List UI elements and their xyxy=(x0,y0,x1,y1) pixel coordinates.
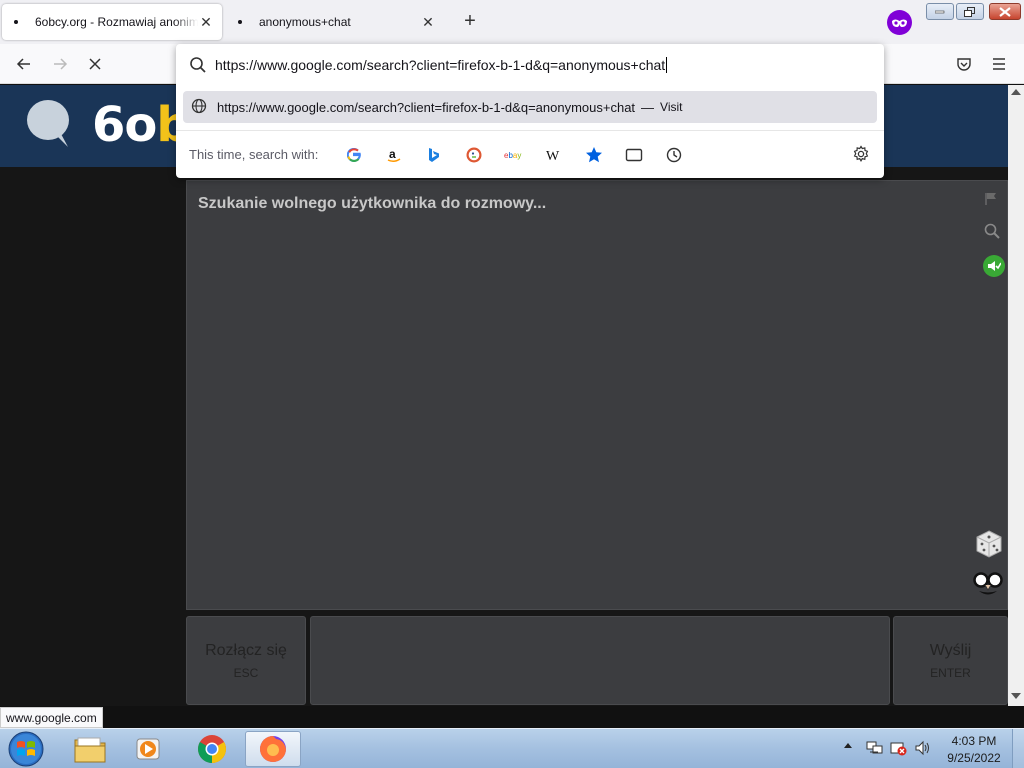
power-error-icon[interactable] xyxy=(890,740,908,759)
tab-anonymous-chat[interactable]: anonymous+chat ✕ xyxy=(226,4,444,40)
duckduckgo-icon[interactable] xyxy=(464,145,484,165)
globe-icon xyxy=(191,98,207,117)
windows-logo-icon xyxy=(8,731,44,767)
media-player-icon[interactable] xyxy=(120,731,176,767)
disconnect-button[interactable]: Rozłącz się ESC xyxy=(186,616,306,705)
chat-window: Szukanie wolnego użytkownika do rozmowy.… xyxy=(186,180,1008,610)
network-icon[interactable] xyxy=(866,740,884,759)
pocket-icon xyxy=(957,58,971,71)
message-input[interactable] xyxy=(310,616,890,705)
firefox-icon[interactable] xyxy=(245,731,301,767)
page-scrollbar[interactable] xyxy=(1008,85,1024,706)
tab-strip: 6obcy.org - Rozmawiaj anonimowo ✕ anonym… xyxy=(0,0,1024,44)
close-icon[interactable]: ✕ xyxy=(198,14,214,31)
send-button[interactable]: Wyślij ENTER xyxy=(893,616,1008,705)
windows-taskbar: 4:03 PM 9/25/2022 xyxy=(0,728,1024,768)
close-icon xyxy=(89,58,101,70)
google-icon[interactable] xyxy=(344,145,364,165)
start-button[interactable] xyxy=(6,730,46,768)
private-browsing-icon xyxy=(887,10,912,35)
url-input[interactable]: https://www.google.com/search?client=fir… xyxy=(215,55,875,75)
tab-title: anonymous+chat xyxy=(259,15,351,29)
url-suggestion[interactable]: https://www.google.com/search?client=fir… xyxy=(183,91,877,123)
history-clock-icon[interactable] xyxy=(664,145,684,165)
back-button[interactable] xyxy=(10,52,38,76)
scroll-down-arrow-icon[interactable] xyxy=(1011,693,1021,699)
chrome-icon[interactable] xyxy=(184,731,240,767)
svg-text:W: W xyxy=(546,149,560,162)
suggestion-separator: — xyxy=(641,99,655,115)
hamburger-icon xyxy=(993,58,1005,70)
forward-button[interactable] xyxy=(46,52,74,76)
flag-icon[interactable] xyxy=(984,192,998,209)
send-hint: ENTER xyxy=(930,665,971,680)
new-tab-button[interactable]: + xyxy=(458,10,482,34)
send-label: Wyślij xyxy=(929,641,972,659)
tab-6obcy[interactable]: 6obcy.org - Rozmawiaj anonimowo ✕ xyxy=(2,4,222,40)
clock-time[interactable]: 4:03 PM xyxy=(940,734,1008,748)
window-close-button[interactable] xyxy=(989,3,1021,20)
disconnect-hint: ESC xyxy=(233,665,259,680)
web-page: 6ob Szukanie wolnego użytkownika do rozm… xyxy=(0,85,1024,706)
urlbar[interactable]: https://www.google.com/search?client=fir… xyxy=(176,44,884,86)
gear-icon[interactable] xyxy=(852,145,872,165)
show-desktop-button[interactable] xyxy=(1012,729,1024,768)
volume-icon[interactable] xyxy=(914,740,932,759)
urlbar-dropdown: https://www.google.com/search?client=fir… xyxy=(176,44,884,178)
arrow-left-icon xyxy=(16,58,30,70)
tab-title: 6obcy.org - Rozmawiaj anonimowo xyxy=(35,15,198,29)
tab-loading-dot xyxy=(14,20,18,24)
tabs-icon[interactable] xyxy=(624,145,644,165)
stop-loading-button[interactable] xyxy=(81,52,109,76)
minimize-button[interactable] xyxy=(926,3,954,20)
chat-status-text: Szukanie wolnego użytkownika do rozmowy.… xyxy=(198,195,547,212)
clock-date[interactable]: 9/25/2022 xyxy=(940,751,1008,765)
tab-loading-dot xyxy=(238,20,242,24)
disconnect-label: Rozłącz się xyxy=(205,641,287,659)
sound-on-icon[interactable] xyxy=(983,255,1005,277)
link-status-tooltip: www.google.com xyxy=(0,707,103,728)
app-menu-button[interactable] xyxy=(985,52,1013,76)
file-explorer-icon[interactable] xyxy=(62,731,118,767)
svg-text:ebay: ebay xyxy=(504,151,521,160)
ebay-icon[interactable]: ebay xyxy=(504,145,524,165)
chat-bubble-icon xyxy=(26,99,72,152)
disguise-mask-icon[interactable] xyxy=(972,571,1004,602)
logo-part-white: 6o xyxy=(92,97,157,153)
one-off-search-bar: This time, search with: a ebay W xyxy=(176,130,884,178)
close-icon[interactable]: ✕ xyxy=(420,14,436,31)
scroll-up-arrow-icon[interactable] xyxy=(1011,89,1021,95)
dice-icon[interactable] xyxy=(974,529,1004,562)
chat-controls: Rozłącz się ESC Wyślij ENTER xyxy=(186,616,1008,706)
wikipedia-icon[interactable]: W xyxy=(544,145,564,165)
restore-button[interactable] xyxy=(956,3,984,20)
show-hidden-icons-arrow-icon[interactable] xyxy=(844,743,852,748)
search-icon[interactable] xyxy=(984,223,1000,242)
one-off-label: This time, search with: xyxy=(189,147,319,162)
search-icon xyxy=(189,56,207,77)
suggestion-action: Visit xyxy=(660,100,683,114)
arrow-right-icon xyxy=(54,58,68,70)
bing-icon[interactable] xyxy=(424,145,444,165)
pocket-button[interactable] xyxy=(950,52,978,76)
bookmarks-star-icon[interactable] xyxy=(584,145,604,165)
amazon-icon[interactable]: a xyxy=(384,145,404,165)
suggestion-url: https://www.google.com/search?client=fir… xyxy=(217,99,636,115)
svg-text:a: a xyxy=(389,147,396,161)
